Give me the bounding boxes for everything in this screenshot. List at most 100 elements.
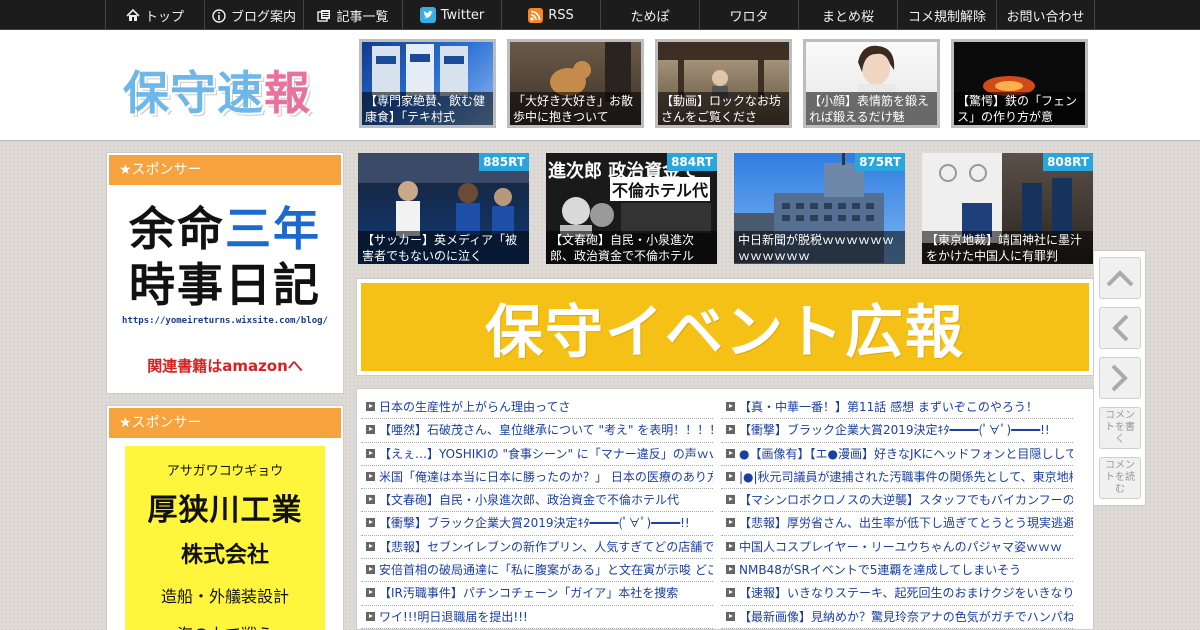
sidebar-title: ★スポンサー xyxy=(109,155,341,185)
list-item-title: 【マシンロボクロノスの大逆襲】スタッフでもバイカンフーの xyxy=(739,493,1073,508)
nav-item-warota[interactable]: ワロタ xyxy=(699,0,798,30)
retweet-count-badge: 808RT xyxy=(1043,153,1093,171)
comment-write-button[interactable]: コメントを書く xyxy=(1099,407,1141,449)
list-item[interactable]: NMB48がSRイベントで5連覇を達成してしまいそう xyxy=(721,559,1073,583)
list-item-title: 米国「俺達は本当に日本に勝ったのか？」 日本の医療のあり方 xyxy=(379,469,713,484)
list-icon xyxy=(317,9,331,22)
nav-label: Twitter xyxy=(440,7,485,23)
header-thumb-2[interactable]: 「大好き大好き」お散歩中に抱きついて xyxy=(507,39,644,128)
list-item[interactable]: 【マシンロボクロノスの大逆襲】スタッフでもバイカンフーの xyxy=(721,489,1073,513)
next-page-button[interactable] xyxy=(1099,357,1141,399)
header-thumb-1[interactable]: 【専門家絶賛、飲む健康食】「テキ村式 xyxy=(359,39,496,128)
thumb-caption: 【驚愕】鉄の「フェンス」の作り方が意 xyxy=(954,92,1085,125)
list-item[interactable]: 安倍首相の破局通達に「私に腹案がある」と文在寅が示唆 どこ xyxy=(361,559,713,583)
nav-label: 記事一覧 xyxy=(336,9,389,25)
list-item-title: 【えぇ…】YOSHIKIの "食事シーン" に「マナー違反」の声ｗｗ xyxy=(379,446,713,461)
ad-text: 造船・外艤装設計 xyxy=(160,587,289,606)
site-logo[interactable]: 保守速報 xyxy=(123,57,311,123)
info-icon xyxy=(212,8,226,23)
arrow-bullet-icon xyxy=(366,402,375,411)
list-item[interactable]: 【速報】いきなりステーキ、起死回生のおまけクジをいきなり xyxy=(721,582,1073,606)
sidebar-sponsor-2: ★スポンサー アサガワコウギョウ 厚狭川工業 株式会社 造船・外艤装設計 海の上… xyxy=(106,405,344,630)
list-item-title: 【速報】いきなりステーキ、起死回生のおまけクジをいきなり xyxy=(739,586,1073,601)
event-banner[interactable]: 保守イベント広報 xyxy=(356,278,1094,376)
ranking-thumb-3[interactable]: 875RT 中日新聞が脱税ｗｗｗｗｗｗｗｗｗｗｗｗ xyxy=(734,153,905,264)
arrow-bullet-icon xyxy=(726,402,735,411)
thumb-caption: 中日新聞が脱税ｗｗｗｗｗｗｗｗｗｗｗｗ xyxy=(734,231,905,264)
ad-amazon-link[interactable]: 関連書籍はamazonへ xyxy=(107,355,343,376)
chevron-right-icon xyxy=(1111,364,1128,392)
chevron-up-icon xyxy=(1106,270,1134,287)
nav-item-contact[interactable]: お問い合わせ xyxy=(996,0,1095,30)
ad-url[interactable]: https://yomeireturns.wixsite.com/blog/ xyxy=(107,316,343,326)
arrow-bullet-icon xyxy=(366,425,375,435)
sidebar-sponsor-1: ★スポンサー 余命三年 時事日記 https://yomeireturns.wi… xyxy=(106,152,344,394)
list-item[interactable]: 【衝撃】ブラック企業大賞2019決定ｷﾀ━━━━(ﾟ∀ﾟ)━━━━!! xyxy=(361,512,713,536)
list-item-title: 【文春砲】自民・小泉進次郎、政治資金で不倫ホテル代 xyxy=(379,493,680,508)
header-thumb-3[interactable]: 【動画】ロックなお坊さんをご覧くださ xyxy=(655,39,792,128)
nav-item-blog-guide[interactable]: ブログ案内 xyxy=(204,0,303,30)
button-label: コメントを読む xyxy=(1105,460,1135,495)
arrow-bullet-icon xyxy=(366,448,375,458)
article-list-left: 日本の生産性が上がらん理由ってさ 【唖然】石破茂さん、皇位継承について "考え"… xyxy=(361,396,713,629)
article-list-right: 【真・中華一番！】第11話 感想 まずいぞこのやろう！ 【衝撃】ブラック企業大賞… xyxy=(721,396,1073,629)
list-item[interactable]: 【えぇ…】YOSHIKIの "食事シーン" に「マナー違反」の声ｗｗ xyxy=(361,443,713,466)
list-item[interactable]: 【IR汚職事件】パチンコチェーン「ガイア」本社を捜索 xyxy=(361,582,713,606)
prev-page-button[interactable] xyxy=(1099,307,1141,349)
arrow-bullet-icon xyxy=(726,471,735,481)
list-item[interactable]: 【文春砲】自民・小泉進次郎、政治資金で不倫ホテル代 xyxy=(361,489,713,513)
header-thumb-5[interactable]: 【驚愕】鉄の「フェンス」の作り方が意 xyxy=(951,39,1088,128)
arrow-bullet-icon xyxy=(366,495,375,505)
thumb-caption: 【サッカー】英メディア「被害者でもないのに泣く xyxy=(358,231,529,264)
list-item[interactable]: 【真・中華一番！】第11話 感想 まずいぞこのやろう！ xyxy=(721,396,1073,420)
thumb-caption: 【動画】ロックなお坊さんをご覧くださ xyxy=(658,92,789,125)
arrow-bullet-icon xyxy=(726,565,735,575)
nav-item-matome-sakura[interactable]: まとめ桜 xyxy=(798,0,897,30)
list-item-title: ワイ!!!明日退職届を提出!!! xyxy=(379,609,528,624)
thumb-caption: 【小顔】表情筋を鍛えれば鍛えるだけ魅 xyxy=(806,92,937,125)
nav-label: RSS xyxy=(548,7,574,23)
nav-item-comment-unblock[interactable]: コメ規制解除 xyxy=(897,0,996,30)
ad-text: 厚狭川工業 xyxy=(147,493,303,528)
arrow-bullet-icon xyxy=(366,611,375,621)
list-item[interactable]: 中国人コスプレイヤー・リーユウちゃんのパジャマ姿ｗｗｗ xyxy=(721,536,1073,560)
top-nav-inner: トップ ブログ案内 記事一覧 Twitter RSS ためぽ ワロタ まとめ桜 … xyxy=(105,0,1095,30)
comment-read-button[interactable]: コメントを読む xyxy=(1099,457,1141,499)
banner-text: 保守イベント広報 xyxy=(484,298,965,366)
ranking-thumb-1[interactable]: 885RT 【サッカー】英メディア「被害者でもないのに泣く xyxy=(358,153,529,264)
list-item[interactable]: ワイ!!!明日退職届を提出!!! xyxy=(361,606,713,629)
list-item[interactable]: 日本の生産性が上がらん理由ってさ xyxy=(361,396,713,420)
list-item[interactable]: |●|秋元司議員が逮捕された汚職事件の関係先として、東京地検 xyxy=(721,466,1073,490)
list-item-title: 日本の生産性が上がらん理由ってさ xyxy=(379,400,571,414)
list-item[interactable]: 米国「俺達は本当に日本に勝ったのか？」 日本の医療のあり方 xyxy=(361,466,713,490)
list-item-title: 【悲報】厚労省さん、出生率が低下し過ぎてとうとう現実逃避 xyxy=(739,516,1073,531)
list-item[interactable]: 【唖然】石破茂さん、皇位継承について "考え" を表明！！！！ xyxy=(361,419,713,443)
list-item[interactable]: 【最新画像】見納めか？驚見玲奈アナの色気がガチでハンパね xyxy=(721,606,1073,629)
nav-item-tamepo[interactable]: ためぽ xyxy=(600,0,699,30)
nav-item-top[interactable]: トップ xyxy=(105,0,204,30)
ranking-thumb-2[interactable]: 進次郎 政治資金で 不倫ホテル代 884RT 【文春砲】自民・小泉進次郎、政治資… xyxy=(546,153,717,264)
nav-item-article-list[interactable]: 記事一覧 xyxy=(303,0,402,30)
list-item-title: ●【画像有】【エ●漫画】好きなJKにヘッドフォンと目隠しして xyxy=(739,446,1073,461)
list-item[interactable]: 【悲報】セブンイレブンの新作プリン、人気すぎてどの店舗で xyxy=(361,536,713,560)
list-item-title: |●|秋元司議員が逮捕された汚職事件の関係先として、東京地検 xyxy=(739,469,1073,484)
ranking-thumb-4[interactable]: 808RT 【東京地裁】靖国神社に墨汁をかけた中国人に有罪判 xyxy=(922,153,1093,264)
article-list: 日本の生産性が上がらん理由ってさ 【唖然】石破茂さん、皇位継承について "考え"… xyxy=(356,388,1094,630)
banner-image: 保守イベント広報 xyxy=(361,283,1089,371)
list-item[interactable]: ●【画像有】【エ●漫画】好きなJKにヘッドフォンと目隠しして xyxy=(721,443,1073,466)
list-item-title: 【衝撃】ブラック企業大賞2019決定ｷﾀ━━━━(ﾟ∀ﾟ)━━━━!! xyxy=(379,516,690,531)
thumb-caption: 【専門家絶賛、飲む健康食】「テキ村式 xyxy=(362,92,493,125)
nav-item-twitter[interactable]: Twitter xyxy=(402,0,501,30)
ad-text: 海の上で戦う xyxy=(125,621,325,630)
list-item[interactable]: 【悲報】厚労省さん、出生率が低下し過ぎてとうとう現実逃避 xyxy=(721,512,1073,536)
scroll-top-button[interactable] xyxy=(1099,257,1141,299)
ad-yomei[interactable]: 余命三年 時事日記 xyxy=(107,201,343,313)
list-item-title: 【悲報】セブンイレブンの新作プリン、人気すぎてどの店舗で xyxy=(379,539,713,554)
ad-asagawa[interactable]: アサガワコウギョウ 厚狭川工業 株式会社 造船・外艤装設計 海の上で戦う xyxy=(125,446,325,630)
nav-item-rss[interactable]: RSS xyxy=(501,0,600,30)
list-item[interactable]: 【衝撃】ブラック企業大賞2019決定ｷﾀ━━━━(ﾟ∀ﾟ)━━━━!! xyxy=(721,419,1073,443)
list-item-title: 安倍首相の破局通達に「私に腹案がある」と文在寅が示唆 どこ xyxy=(379,563,713,578)
twitter-icon xyxy=(419,7,436,23)
ad-text-accent: 三年 xyxy=(225,202,321,256)
header-thumb-4[interactable]: 【小顔】表情筋を鍛えれば鍛えるだけ魅 xyxy=(803,39,940,128)
